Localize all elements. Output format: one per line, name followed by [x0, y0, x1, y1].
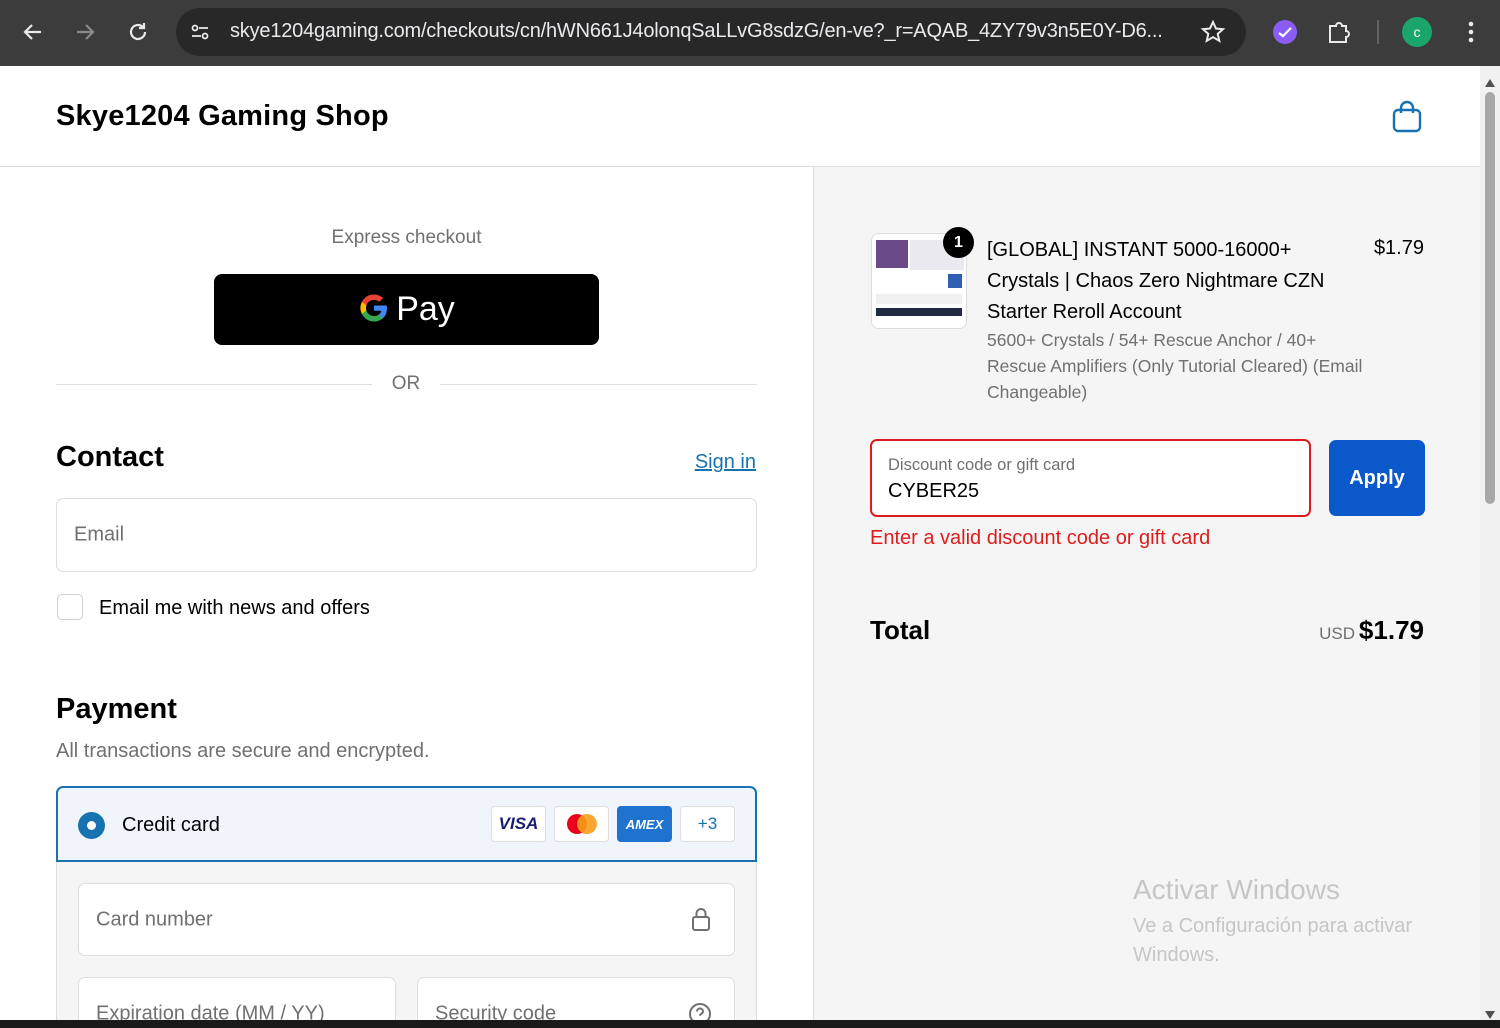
email-placeholder: Email	[74, 523, 125, 546]
total-amount: $1.79	[1358, 615, 1424, 645]
discount-code-field[interactable]: Discount code or gift card CYBER25	[870, 439, 1311, 517]
cart-icon[interactable]	[1391, 100, 1423, 134]
divider	[440, 384, 757, 385]
menu-icon[interactable]	[1456, 17, 1486, 47]
express-checkout-label: Express checkout	[331, 227, 482, 248]
watermark-subtitle: Ve a Configuración para activar Windows.	[1133, 915, 1413, 966]
more-cards-badge: +3	[680, 806, 735, 842]
star-icon[interactable]	[1200, 19, 1226, 45]
visa-icon: VISA	[491, 806, 546, 842]
amex-icon: AMEX	[617, 806, 672, 842]
payment-subtitle: All transactions are secure and encrypte…	[56, 740, 430, 762]
mastercard-icon	[554, 806, 609, 842]
card-number-field[interactable]: Card number	[78, 883, 735, 956]
payment-heading: Payment	[56, 693, 177, 725]
quantity-badge: 1	[943, 227, 974, 258]
page-scrollbar[interactable]	[1480, 66, 1500, 1020]
store-header: Skye1204 Gaming Shop	[0, 66, 1480, 167]
google-g-icon	[358, 292, 390, 328]
product-title: [GLOBAL] INSTANT 5000-16000+ Crystals | …	[987, 239, 1325, 323]
apply-button[interactable]: Apply	[1329, 440, 1425, 516]
profile-avatar[interactable]: c	[1402, 17, 1432, 47]
contact-heading: Contact	[56, 441, 164, 473]
currency-code: USD	[1319, 624, 1355, 643]
lock-icon	[690, 906, 712, 936]
discount-label: Discount code or gift card	[888, 456, 1076, 474]
credit-card-radio[interactable]	[78, 812, 105, 839]
windows-activation-watermark: Activar Windows Ve a Configuración para …	[1133, 874, 1453, 970]
email-field[interactable]: Email	[56, 498, 757, 572]
newsletter-label[interactable]: Email me with news and offers	[99, 597, 370, 620]
site-info-icon[interactable]	[188, 20, 212, 44]
discount-value: CYBER25	[888, 480, 980, 502]
puzzle-icon[interactable]	[1324, 17, 1354, 47]
discount-error: Enter a valid discount code or gift card	[870, 527, 1211, 549]
sign-in-link[interactable]: Sign in	[695, 451, 756, 474]
product-price: $1.79	[1373, 237, 1424, 259]
gpay-text: Pay	[396, 290, 455, 328]
forward-icon[interactable]	[67, 14, 103, 50]
total-label: Total	[870, 615, 931, 645]
credit-card-option[interactable]: Credit card VISA AMEX +3	[56, 786, 757, 862]
checkout-form: Express checkout Pay OR Contact Sign in …	[0, 167, 813, 1028]
browser-toolbar: skye1204gaming.com/checkouts/cn/hWN661J4…	[0, 0, 1500, 66]
newsletter-checkbox[interactable]	[57, 594, 83, 620]
order-summary: 1 [GLOBAL] INSTANT 5000-16000+ Crystals …	[813, 167, 1480, 1020]
url-text: skye1204gaming.com/checkouts/cn/hWN661J4…	[230, 20, 1163, 42]
credit-card-label: Credit card	[122, 814, 220, 836]
or-divider-text: OR	[391, 373, 421, 394]
taskbar-strip	[0, 1020, 1500, 1028]
toolbar-separator	[1377, 20, 1379, 44]
card-number-placeholder: Card number	[96, 908, 213, 930]
reload-icon[interactable]	[120, 14, 156, 50]
extension-icon[interactable]	[1270, 17, 1300, 47]
watermark-title: Activar Windows	[1133, 874, 1340, 905]
product-variant: 5600+ Crystals / 54+ Rescue Anchor / 40+…	[987, 330, 1363, 402]
divider	[56, 384, 372, 385]
google-pay-button[interactable]: Pay	[214, 274, 599, 345]
scrollbar-thumb[interactable]	[1485, 92, 1495, 504]
scroll-up-icon[interactable]	[1485, 72, 1495, 91]
shop-name[interactable]: Skye1204 Gaming Shop	[56, 100, 389, 133]
back-icon[interactable]	[15, 14, 51, 50]
address-bar[interactable]: skye1204gaming.com/checkouts/cn/hWN661J4…	[176, 8, 1246, 56]
